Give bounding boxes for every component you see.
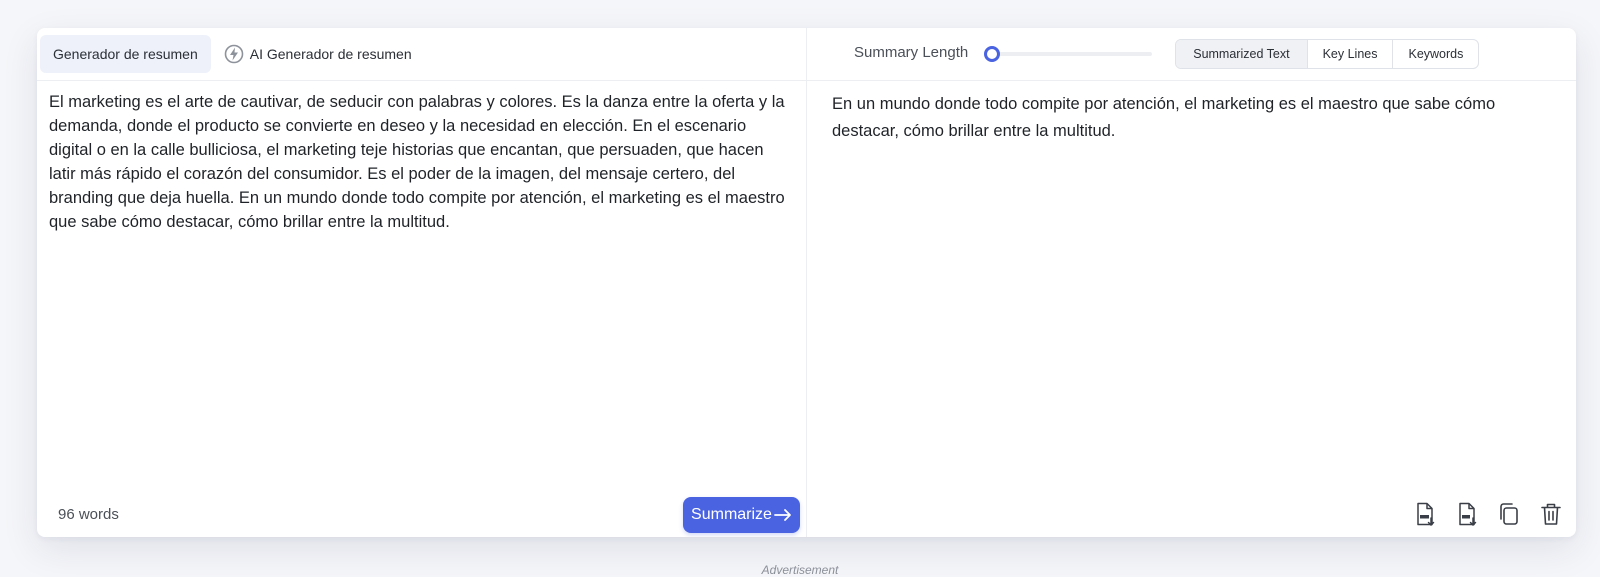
summary-length-label: Summary Length bbox=[854, 43, 969, 61]
output-mode-selector: Summarized Text Key Lines Keywords bbox=[1175, 39, 1480, 69]
ai-bolt-icon bbox=[224, 44, 244, 64]
trash-icon[interactable] bbox=[1538, 501, 1564, 527]
summarize-label: Summarize bbox=[691, 506, 772, 523]
input-pane: Generador de resumen AI Generador de res… bbox=[37, 28, 807, 537]
mode-tabs: Generador de resumen AI Generador de res… bbox=[37, 28, 806, 81]
summarizer-card: Generador de resumen AI Generador de res… bbox=[37, 28, 1576, 537]
summary-length-slider[interactable] bbox=[984, 46, 1153, 62]
txt-download-icon[interactable] bbox=[1454, 501, 1480, 527]
tab-label: AI Generador de resumen bbox=[249, 46, 412, 62]
summarize-button[interactable]: Summarize bbox=[683, 497, 800, 533]
output-actions bbox=[1412, 501, 1564, 527]
copy-icon[interactable] bbox=[1496, 501, 1522, 527]
mode-summarized-text[interactable]: Summarized Text bbox=[1176, 40, 1307, 68]
advertisement-label: Advertisement bbox=[761, 563, 839, 577]
arrow-right-icon bbox=[774, 509, 791, 521]
output-toolbar: Summary Length Summarized Text Key Lines… bbox=[807, 28, 1576, 81]
mode-keywords[interactable]: Keywords bbox=[1392, 40, 1478, 68]
tab-generador-de-resumen[interactable]: Generador de resumen bbox=[40, 35, 211, 73]
input-textarea[interactable]: El marketing es el arte de cautivar, de … bbox=[49, 90, 789, 234]
output-pane: Summary Length Summarized Text Key Lines… bbox=[807, 28, 1576, 537]
slider-track bbox=[984, 52, 1153, 56]
tab-label: Generador de resumen bbox=[53, 46, 198, 62]
doc-download-icon[interactable] bbox=[1412, 501, 1438, 527]
tab-ai-generador-de-resumen[interactable]: AI Generador de resumen bbox=[211, 35, 425, 73]
summary-output: En un mundo donde todo compite por atenc… bbox=[832, 95, 1496, 140]
word-count: 96 words bbox=[58, 506, 119, 523]
mode-key-lines[interactable]: Key Lines bbox=[1306, 40, 1393, 68]
slider-thumb[interactable] bbox=[984, 46, 1001, 62]
